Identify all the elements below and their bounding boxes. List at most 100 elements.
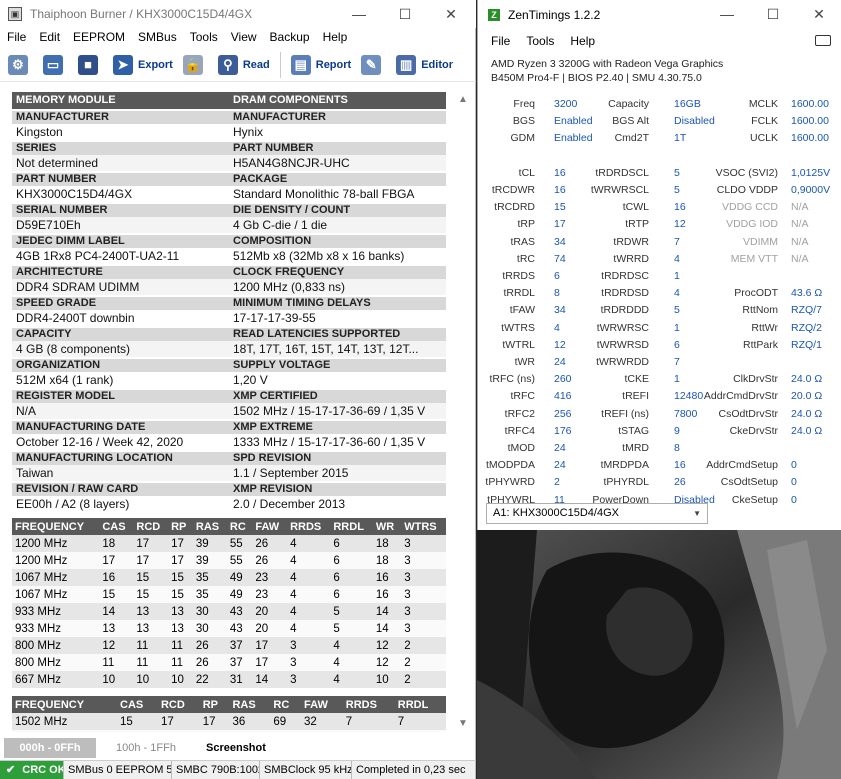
xmp-timing-table: FREQUENCY CAS RCD RP RAS RC FAW RRDS RRDL 1502 M… [12, 696, 446, 732]
menu-smbus[interactable]: SMBus [138, 28, 177, 46]
timing-label: tWRWRSC [596, 321, 649, 334]
timing-label: ProcODT [734, 287, 778, 300]
table-cell: 30 [192, 620, 227, 637]
field-label: SERIAL NUMBER [12, 204, 229, 217]
timing-value: 4 [674, 252, 680, 265]
table-cell: 14 [372, 603, 402, 620]
report-button[interactable]: ▤ Report [290, 51, 351, 79]
menu-file[interactable]: File [491, 34, 510, 48]
camera-icon[interactable] [815, 35, 831, 46]
timing-label: tRRDL [503, 287, 535, 300]
table-cell: 11 [133, 637, 169, 654]
export-icon: ➤ [113, 54, 133, 75]
table-cell: 933 MHz [12, 620, 100, 637]
maximize-icon[interactable]: ☐ [750, 0, 796, 28]
column-header: FREQUENCY [12, 518, 100, 535]
settings-button[interactable]: ⚙ [8, 51, 33, 79]
tab-0100h[interactable]: 100h - 1FFh [100, 738, 192, 758]
timing-label: tCWL [622, 201, 649, 214]
menu-backup[interactable]: Backup [270, 28, 310, 46]
field-value: D59E710Eh [12, 217, 229, 233]
tools-button[interactable]: ✎ [361, 51, 386, 79]
close-icon[interactable]: ✕ [796, 0, 841, 28]
table-cell: 4 [287, 569, 331, 586]
timing-label: VDDG IOD [726, 218, 778, 231]
module-select[interactable]: A1: KHX3000C15D4/4GX ▼ [486, 503, 708, 524]
menu-tools[interactable]: Tools [190, 28, 218, 46]
table-cell: 17 [168, 535, 193, 552]
close-icon[interactable]: ✕ [428, 0, 474, 28]
timing-label: tWTRL [502, 338, 535, 351]
table-cell: 10 [99, 671, 134, 688]
timing-value: 12 [554, 338, 566, 351]
spd-row: SPEED GRADE DDR4-2400T downbin MINIMUM TIM… [12, 296, 446, 328]
spd-field: JEDEC DIMM LABEL 4GB 1Rx8 PC4-2400T-UA2-1… [12, 235, 229, 264]
menu-file[interactable]: File [7, 28, 26, 46]
field-value: DDR4 SDRAM UDIMM [12, 279, 229, 295]
menu-view[interactable]: View [231, 28, 257, 46]
thaiphoon-window: ▣ Thaiphoon Burner / KHX3000C15D4/4GX — … [0, 0, 476, 779]
field-value: H5AN4G8NCJR-UHC [229, 155, 446, 171]
table-cell: 10 [133, 671, 169, 688]
menu-tools[interactable]: Tools [526, 34, 554, 48]
spd-field: SERIES Not determined [12, 142, 229, 171]
timing-value: N/A [791, 235, 809, 248]
timing-label: AddrCmdSetup [706, 459, 778, 472]
spd-field: COMPOSITION 512Mb x8 (32Mb x8 x 16 banks) [229, 235, 446, 264]
table-cell: 2 [401, 671, 446, 688]
menu-eeprom[interactable]: EEPROM [73, 28, 125, 46]
minimize-icon[interactable]: — [336, 0, 382, 28]
timing-row: tCL 16 tRDRDSCL 5 VSOC (SVI2) 1,0125V [478, 165, 841, 182]
tab-0000h[interactable]: 000h - 0FFh [4, 738, 96, 758]
save-button[interactable]: ■ [78, 51, 103, 79]
maximize-icon[interactable]: ☐ [382, 0, 428, 28]
timing-value: 176 [554, 424, 572, 437]
read-label: Read [242, 58, 270, 71]
table-cell: 7 [342, 730, 395, 732]
editor-button[interactable]: ▥ Editor [396, 51, 453, 79]
lock-button[interactable]: 🔒 [182, 51, 208, 79]
table-cell: 13 [133, 603, 169, 620]
field-label: MANUFACTURER [12, 111, 229, 124]
timing-value: 7800 [674, 407, 698, 420]
export-button[interactable]: ➤ Export [113, 51, 173, 79]
zentimings-titlebar: Z ZenTimings 1.2.2 — ☐ ✕ [478, 0, 841, 30]
timing-value: 16 [674, 201, 686, 214]
table-row: 667 MHz 10 10 10 22 31 14 3 4 10 2 [12, 671, 446, 688]
table-cell: 1067 MHz [12, 569, 100, 586]
dram-components-header: DRAM COMPONENTS [229, 92, 446, 109]
timing-row: tRRDL 8 tRDRDSD 4 ProcODT 43.6 Ω [478, 285, 841, 302]
scroll-up-icon[interactable]: ▲ [455, 92, 471, 108]
table-cell: 11 [168, 654, 193, 671]
table-cell: 17 [133, 552, 169, 569]
timing-value: 24 [554, 356, 566, 368]
menu-help[interactable]: Help [323, 28, 348, 46]
vertical-scrollbar[interactable]: ▲ ▼ [455, 92, 471, 732]
field-label: XMP EXTREME [229, 421, 446, 434]
timing-value: 9 [674, 424, 680, 437]
field-label: DIE DENSITY / COUNT [229, 204, 446, 217]
smbclock-status: SMBClock 95 kHz [260, 761, 352, 779]
timing-value: 5 [674, 184, 680, 196]
zentimings-app-icon: Z [488, 9, 500, 21]
timing-value: 24.0 Ω [791, 407, 823, 420]
minimize-icon[interactable]: — [704, 0, 750, 28]
column-header: CAS [117, 696, 158, 713]
table-cell: 26 [192, 654, 227, 671]
timing-value: 8 [674, 442, 680, 454]
menu-edit[interactable]: Edit [39, 28, 60, 46]
table-cell: 35 [192, 569, 227, 586]
field-label: JEDEC DIMM LABEL [12, 235, 229, 248]
timing-label: tCL [518, 166, 535, 179]
timing-value: 16 [554, 184, 566, 196]
timing-row: tRFC2 256 tREFI (ns) 7800 CsOdtDrvStr 24.0 Ω [478, 406, 841, 423]
read-button[interactable]: ⚲ Read [217, 51, 270, 79]
scroll-down-icon[interactable]: ▼ [455, 716, 471, 732]
menu-help[interactable]: Help [570, 34, 595, 48]
field-label: SERIES [12, 142, 229, 155]
timing-value: 2 [554, 476, 560, 489]
table-cell: 26 [252, 535, 288, 552]
open-button[interactable]: ▭ [43, 51, 68, 79]
tab-screenshot[interactable]: Screenshot [196, 738, 276, 758]
table-cell: 3 [401, 569, 446, 586]
